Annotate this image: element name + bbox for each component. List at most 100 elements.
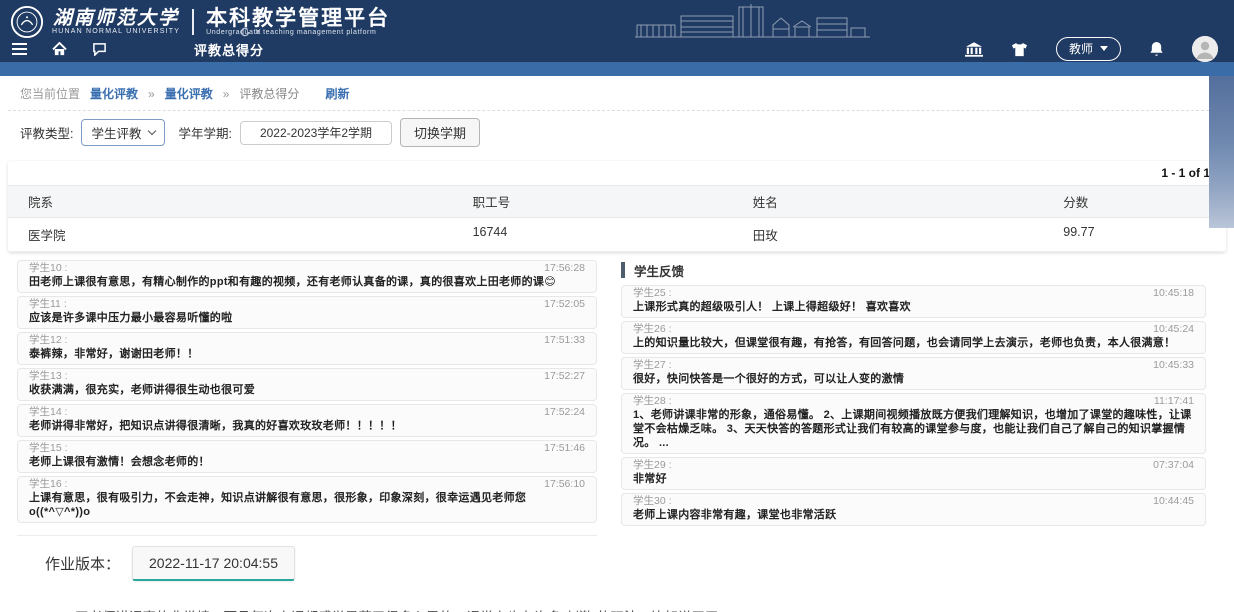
breadcrumb-link-1[interactable]: 量化评教	[90, 85, 138, 102]
comment-text: 老师上课很有激情！会想念老师的！	[29, 455, 585, 469]
tab-evaluation-score[interactable]: × 评教总得分	[194, 40, 264, 59]
eval-type-select[interactable]: 学生评教	[81, 119, 164, 146]
column-header-name: 姓名	[733, 186, 1044, 217]
cell-department: 医学院	[8, 218, 453, 251]
brand-bar: 湖南师范大学 HUNAN NORMAL UNIVERSITY 本科教学管理平台 …	[0, 0, 1234, 38]
breadcrumb: 您当前位置 量化评教 » 量化评教 » 评教总得分 刷新	[8, 76, 1209, 111]
pagination-info: 1 - 1 of 1	[8, 161, 1226, 185]
comment-timestamp: 17:52:05	[544, 298, 585, 311]
feedback-header: 学生反馈	[621, 261, 1206, 279]
feedback-bubble-icon[interactable]	[92, 42, 107, 56]
home-icon[interactable]	[52, 42, 67, 56]
version-row: 作业版本： 2022-11-17 20:04:55	[45, 546, 597, 581]
comment-author: 学生15 :	[29, 442, 68, 455]
column-header-staff-id: 职工号	[453, 186, 733, 217]
comments-section: 学生10 : 17:56:28 田老师上课很有意思，有精心制作的ppt和有趣的视…	[0, 252, 1234, 581]
comment-timestamp: 10:45:33	[1153, 359, 1194, 372]
divider	[17, 535, 597, 536]
comment-text: 田老师上课很有意思，有精心制作的ppt和有趣的视频，还有老师认真备的课，真的很喜…	[29, 275, 585, 289]
comment-author: 学生14 :	[29, 406, 68, 419]
clothes-icon[interactable]	[1011, 42, 1028, 57]
comment-card: 学生16 : 17:56:10 上课有意思，很有吸引力，不会走神，知识点讲解很有…	[17, 476, 597, 523]
content-panel: 您当前位置 量化评教 » 量化评教 » 评教总得分 刷新 评教类型: 学生评教 …	[8, 76, 1209, 155]
switch-term-button[interactable]: 切换学期	[400, 118, 480, 147]
tab-actions: ×	[240, 27, 262, 40]
comment-card: 学生15 : 17:51:46 老师上课很有激情！会想念老师的！	[17, 440, 597, 473]
accent-bar	[0, 62, 1234, 76]
avatar[interactable]	[1192, 36, 1218, 62]
feedback-column: 学生反馈 学生25 : 10:45:18 上课形式真的超级吸引人！ 上课上得超级…	[621, 260, 1206, 526]
eval-type-label: 评教类型:	[20, 123, 73, 142]
comment-text: 很好，快问快答是一个很好的方式，可以让人变的激情	[633, 372, 1194, 386]
breadcrumb-link-2[interactable]: 量化评教	[165, 85, 213, 102]
breadcrumb-separator: »	[223, 87, 230, 101]
column-header-score: 分数	[1043, 186, 1226, 217]
comment-author: 学生10 :	[29, 262, 68, 275]
brand-divider	[192, 9, 194, 35]
feedback-card: 学生25 : 10:45:18 上课形式真的超级吸引人！ 上课上得超级好！ 喜欢…	[621, 285, 1206, 318]
school-building-icon[interactable]	[965, 42, 983, 57]
tab-close-icon[interactable]: ×	[255, 28, 262, 38]
platform-title-en: Undergraduate teaching management platfo…	[206, 29, 390, 36]
comment-text: 泰裤辣，非常好，谢谢田老师！！	[29, 347, 585, 361]
tab-label: 评教总得分	[194, 43, 264, 58]
cell-name: 田玫	[733, 218, 1044, 251]
comment-card: 学生10 : 17:56:28 田老师上课很有意思，有精心制作的ppt和有趣的视…	[17, 260, 597, 293]
nav-left: × 评教总得分	[12, 40, 264, 59]
comment-author: 学生25 :	[633, 287, 672, 300]
cell-score: 99.77	[1043, 218, 1226, 251]
table-header-row: 院系 职工号 姓名 分数	[8, 185, 1226, 218]
comment-timestamp: 11:17:41	[1154, 395, 1194, 408]
comment-card: 学生11 : 17:52:05 应该是许多课中压力最小最容易听懂的啦	[17, 296, 597, 329]
app-header: 湖南师范大学 HUNAN NORMAL UNIVERSITY 本科教学管理平台 …	[0, 0, 1234, 62]
nav-bar: × 评教总得分 教师	[0, 38, 1234, 62]
homework-version-label: 作业版本：	[45, 553, 120, 574]
feedback-card: 学生29 : 07:37:04 非常好	[621, 457, 1206, 490]
column-header-department: 院系	[8, 186, 453, 217]
comment-text: 老师讲得非常好，把知识点讲得很清晰，我真的好喜欢玫玫老师！！！！！	[29, 419, 585, 433]
feedback-card: 学生26 : 10:45:24 上的知识量比较大，但课堂很有趣，有抢答，有回答问…	[621, 321, 1206, 354]
menu-icon[interactable]	[12, 43, 27, 55]
comment-text: 应该是许多课中压力最小最容易听懂的啦	[29, 311, 585, 325]
page: 湖南师范大学 HUNAN NORMAL UNIVERSITY 本科教学管理平台 …	[0, 0, 1234, 612]
campus-skyline-graphic	[635, 3, 870, 39]
comment-timestamp: 17:52:27	[544, 370, 585, 383]
comment-text: 非常好	[633, 472, 1194, 486]
notifications-bell-icon[interactable]	[1149, 41, 1164, 57]
comment-timestamp: 17:51:46	[544, 442, 585, 455]
eval-type-value: 学生评教	[91, 123, 141, 142]
comment-author: 学生26 :	[633, 323, 672, 336]
chevron-down-icon	[1100, 46, 1108, 51]
table-row[interactable]: 医学院 16744 田玫 99.77	[8, 218, 1226, 252]
university-name-zh: 湖南师范大学	[52, 8, 180, 28]
comment-timestamp: 17:56:10	[544, 478, 585, 491]
comment-timestamp: 10:44:45	[1153, 495, 1194, 508]
feedback-list: 学生25 : 10:45:18 上课形式真的超级吸引人！ 上课上得超级好！ 喜欢…	[621, 285, 1206, 526]
comment-author: 学生27 :	[633, 359, 672, 372]
comment-card: 学生13 : 17:52:27 收获满满，很充实，老师讲得很生动也很可爱	[17, 368, 597, 401]
chevron-down-icon	[147, 127, 155, 135]
homework-version-button[interactable]: 2022-11-17 20:04:55	[132, 546, 295, 581]
comment-text: 1、老师讲课非常的形象，通俗易懂。 2、上课期间视频播放既方便我们理解知识，也增…	[633, 408, 1194, 450]
role-dropdown[interactable]: 教师	[1056, 37, 1121, 61]
comments-left-column: 学生10 : 17:56:28 田老师上课很有意思，有精心制作的ppt和有趣的视…	[17, 260, 597, 581]
refresh-link[interactable]: 刷新	[325, 85, 349, 102]
comment-text: 老师上课内容非常有趣，课堂也非常活跃	[633, 508, 1194, 522]
tab-refresh-icon[interactable]	[240, 27, 250, 40]
comment-author: 学生29 :	[633, 459, 672, 472]
breadcrumb-separator: »	[148, 87, 155, 101]
background-image-strip	[1209, 76, 1234, 228]
term-input[interactable]	[240, 121, 392, 145]
platform-title: 本科教学管理平台 Undergraduate teaching manageme…	[206, 8, 390, 36]
score-table-card: 1 - 1 of 1 院系 职工号 姓名 分数 医学院 16744 田玫 99.…	[8, 161, 1226, 252]
term-label: 学年学期:	[179, 123, 232, 142]
comment-author: 学生11 :	[29, 298, 67, 311]
comment-timestamp: 07:37:04	[1153, 459, 1194, 472]
university-name: 湖南师范大学 HUNAN NORMAL UNIVERSITY	[52, 8, 180, 35]
feedback-card: 学生30 : 10:44:45 老师上课内容非常有趣，课堂也非常活跃	[621, 493, 1206, 526]
comment-text: 上课有意思，很有吸引力，不会走神，知识点讲解很有意思，很形象，印象深刻，很幸运遇…	[29, 491, 585, 519]
comment-timestamp: 10:45:18	[1153, 287, 1194, 300]
feedback-title: 学生反馈	[634, 261, 684, 280]
university-seal-logo	[10, 5, 44, 39]
bottom-comment-paragraph: 田老师讲课真的非常棒，而且每次上课都感觉是花了很多心思的，课堂上也有许多“刺激”…	[75, 607, 725, 612]
